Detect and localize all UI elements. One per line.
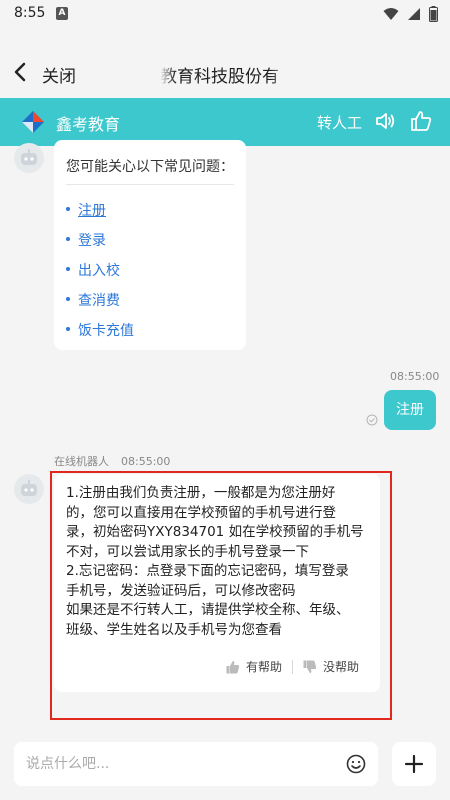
- speaker-icon[interactable]: [374, 110, 396, 132]
- message-time: 08:55:00: [390, 370, 440, 383]
- message-input-container: [14, 742, 378, 786]
- more-options-button[interactable]: [392, 742, 436, 786]
- a-box-icon: A: [56, 7, 68, 20]
- signal-icon: [408, 8, 420, 20]
- faq-item-login[interactable]: 登录: [66, 230, 106, 250]
- brand-logo-icon: [22, 111, 44, 133]
- input-bar: [0, 728, 450, 800]
- thumbs-up-icon[interactable]: [410, 109, 432, 133]
- robot-icon: [21, 149, 37, 165]
- bot-sender-name: 在线机器人: [54, 455, 109, 468]
- read-check-icon: [366, 414, 378, 426]
- close-button[interactable]: 关闭: [42, 62, 76, 87]
- wifi-icon: [383, 8, 399, 20]
- highlight-annotation-box: [50, 471, 392, 720]
- faq-item-card-recharge[interactable]: 饭卡充值: [66, 320, 134, 340]
- page-title: 教育科技股份有: [160, 67, 279, 87]
- bot-message-time: 08:55:00: [121, 455, 171, 468]
- faq-bubble: 您可能关心以下常见问题： 注册 登录 出入校 查消费 饭卡充值: [54, 140, 246, 350]
- status-icons: [383, 6, 438, 22]
- nav-bar: 关闭 教育科技股份有: [0, 46, 450, 98]
- chat-header: 鑫考教育 转人工: [0, 98, 450, 146]
- plus-icon: [404, 754, 424, 774]
- message-input[interactable]: [26, 754, 336, 774]
- bot-avatar: [14, 143, 44, 173]
- faq-item-register[interactable]: 注册: [66, 200, 106, 220]
- back-arrow-icon[interactable]: [10, 60, 32, 84]
- status-time: 8:55: [14, 5, 46, 21]
- faq-title: 您可能关心以下常见问题：: [66, 159, 234, 175]
- brand-name: 鑫考教育: [56, 115, 121, 134]
- faq-item-campus-access[interactable]: 出入校: [66, 260, 120, 280]
- robot-icon: [21, 480, 37, 496]
- bot-avatar: [14, 474, 44, 504]
- faq-item-spending[interactable]: 查消费: [66, 290, 120, 310]
- bot-meta: 在线机器人 08:55:00: [54, 453, 182, 469]
- faq-divider: [66, 184, 234, 185]
- transfer-human-button[interactable]: 转人工: [317, 112, 362, 133]
- battery-icon: [429, 6, 438, 22]
- user-message-bubble: 注册: [384, 390, 436, 430]
- status-bar: 8:55 A: [0, 0, 450, 28]
- emoji-icon[interactable]: [346, 754, 366, 774]
